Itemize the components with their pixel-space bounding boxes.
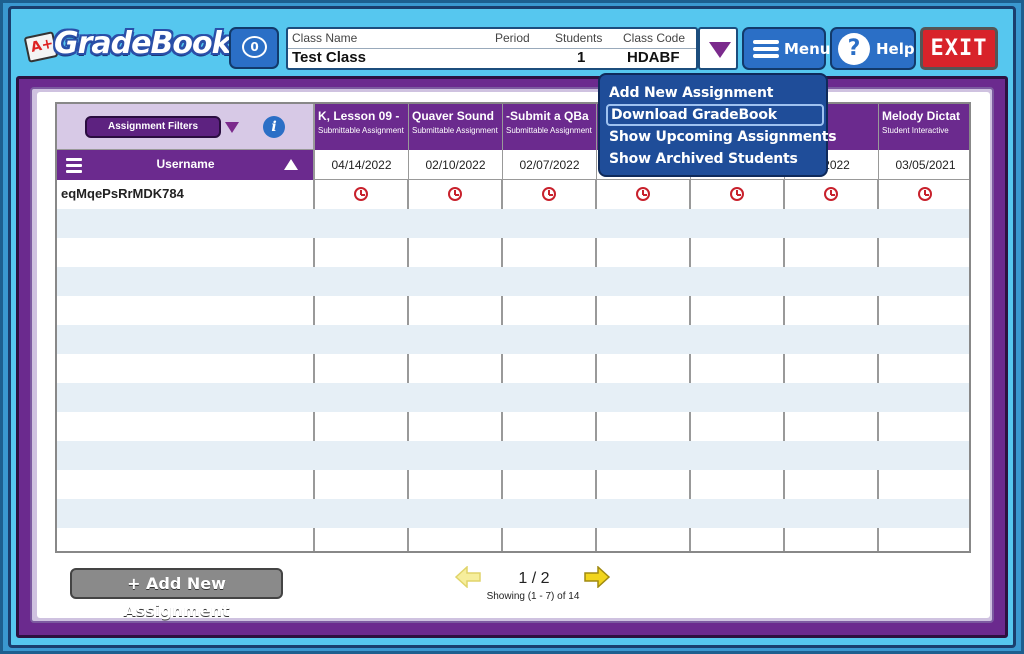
empty-row bbox=[57, 441, 969, 470]
empty-row bbox=[57, 238, 969, 267]
class-info-box[interactable]: Class Name Period Students Class Code Te… bbox=[286, 27, 698, 70]
student-row: eqMqePsRrMDK784 bbox=[57, 180, 969, 209]
chat-button[interactable]: 0 bbox=[229, 27, 279, 69]
help-label: Help bbox=[876, 40, 915, 58]
empty-row bbox=[57, 470, 969, 499]
assignment-title: -Submit a QBa bbox=[506, 109, 589, 123]
question-icon: ? bbox=[838, 33, 870, 65]
logo-badge-text: A+ bbox=[29, 35, 55, 56]
showing-count: Showing (1 - 7) of 14 bbox=[486, 591, 580, 602]
menu-button[interactable]: Menu bbox=[742, 27, 830, 70]
menu-item-download-gradebook[interactable]: Download GradeBook bbox=[606, 104, 824, 126]
class-name-value: Test Class bbox=[292, 49, 366, 66]
help-button[interactable]: ? Help bbox=[830, 27, 916, 70]
assignment-date: 03/05/2021 bbox=[878, 150, 969, 180]
class-code-value: HDABF bbox=[627, 49, 680, 66]
assignment-type: Submittable Assignment bbox=[318, 126, 404, 135]
period-label: Period bbox=[495, 31, 530, 45]
empty-row bbox=[57, 383, 969, 412]
assignment-type: Submittable Assignment bbox=[506, 126, 592, 135]
gradebook-table: Assignment Filters i Username K, Lesson … bbox=[55, 102, 971, 553]
assignment-date: 02/07/2022 bbox=[502, 150, 596, 180]
next-page-arrow-icon[interactable] bbox=[584, 566, 610, 588]
dropdown-triangle-icon bbox=[709, 42, 731, 58]
empty-row bbox=[57, 267, 969, 296]
assignment-column-header[interactable]: -Submit a QBa Submittable Assignment bbox=[502, 104, 596, 150]
top-bar: A+ GradeBook 0 Class Name Period Student… bbox=[0, 0, 1024, 76]
assignment-type: Submittable Assignment bbox=[412, 126, 498, 135]
empty-row bbox=[57, 354, 969, 383]
empty-row bbox=[57, 296, 969, 325]
empty-row bbox=[57, 209, 969, 238]
assignment-column-header[interactable]: K, Lesson 09 - Submittable Assignment bbox=[314, 104, 408, 150]
username-column-header[interactable]: Username bbox=[57, 150, 314, 180]
students-value: 1 bbox=[577, 49, 586, 66]
empty-row bbox=[57, 325, 969, 354]
assignment-date: 02/10/2022 bbox=[408, 150, 502, 180]
filter-dropdown-icon[interactable] bbox=[225, 122, 239, 133]
exit-button[interactable]: EXIT bbox=[920, 27, 998, 70]
previous-page-arrow-icon[interactable] bbox=[455, 566, 481, 588]
gradebook-logo: A+ GradeBook bbox=[23, 26, 232, 66]
class-name-label: Class Name bbox=[292, 31, 358, 45]
empty-row bbox=[57, 412, 969, 441]
filter-cell: Assignment Filters i bbox=[57, 104, 314, 150]
exit-label: EXIT bbox=[930, 36, 988, 61]
empty-row bbox=[57, 499, 969, 528]
page-indicator: 1 / 2 bbox=[518, 570, 550, 587]
chat-bubble-icon: 0 bbox=[242, 36, 267, 58]
menu-item-show-upcoming-assignments[interactable]: Show Upcoming Assignments bbox=[606, 126, 837, 148]
menu-label: Menu bbox=[784, 40, 831, 58]
empty-row bbox=[57, 528, 969, 551]
assignment-title: K, Lesson 09 - bbox=[318, 109, 400, 123]
logo-text: GradeBook bbox=[54, 26, 232, 61]
student-username[interactable]: eqMqePsRrMDK784 bbox=[61, 186, 184, 201]
hamburger-icon bbox=[753, 40, 779, 59]
username-header-label: Username bbox=[156, 157, 215, 171]
assignment-date: 04/14/2022 bbox=[314, 150, 408, 180]
menu-item-add-new-assignment[interactable]: Add New Assignment bbox=[606, 82, 824, 104]
class-code-label: Class Code bbox=[623, 31, 686, 45]
add-new-assignment-button[interactable]: + Add New Assignment bbox=[70, 568, 283, 620]
info-icon[interactable]: i bbox=[263, 116, 285, 138]
assignment-column-header[interactable]: Melody Dictat Student Interactive bbox=[878, 104, 969, 150]
assignment-type: Student Interactive bbox=[882, 126, 949, 135]
menu-dropdown: Add New Assignment Download GradeBook Sh… bbox=[598, 73, 837, 177]
assignment-title: Melody Dictat bbox=[882, 109, 961, 123]
menu-item-show-archived-students[interactable]: Show Archived Students bbox=[606, 148, 824, 170]
assignment-column-header[interactable]: Quaver Sound Submittable Assignment bbox=[408, 104, 502, 150]
students-label: Students bbox=[555, 31, 603, 45]
assignment-title: Quaver Sound bbox=[412, 109, 495, 123]
class-dropdown-button[interactable] bbox=[698, 27, 738, 70]
assignment-filters-button[interactable]: Assignment Filters bbox=[85, 116, 221, 138]
sort-ascending-icon[interactable] bbox=[284, 159, 298, 170]
